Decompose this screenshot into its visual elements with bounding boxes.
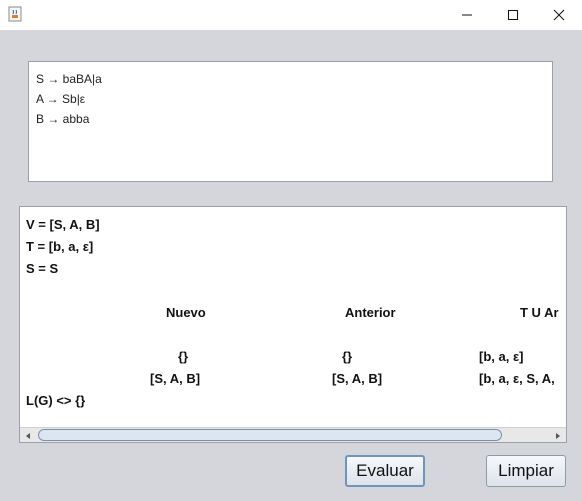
horizontal-scrollbar[interactable] <box>20 427 566 442</box>
minimize-button[interactable] <box>444 0 490 30</box>
row-anterior-cell: [S, A, B] <box>332 371 383 386</box>
arrow-left-icon <box>26 432 30 439</box>
row-anterior-cell: {} <box>342 349 353 364</box>
header-anterior: Anterior <box>345 305 396 320</box>
terminals-line: T = [b, a, ε] <box>26 239 94 254</box>
java-cup-icon <box>7 6 23 22</box>
close-button[interactable] <box>536 0 582 30</box>
minimize-icon <box>462 14 472 16</box>
language-conclusion: L(G) <> {} <box>26 393 86 408</box>
grammar-line: S → baBA|a <box>36 72 102 86</box>
scroll-left-arrow[interactable] <box>20 428 36 442</box>
maximize-icon <box>508 10 518 20</box>
grammar-line: B → abba <box>36 112 90 126</box>
result-output-area[interactable]: V = [S, A, B] T = [b, a, ε] S = S Nuevo … <box>19 206 567 443</box>
close-icon <box>553 9 565 21</box>
grammar-input-area[interactable]: S → baBA|a A → Sb|ε B → abba <box>28 61 553 182</box>
scroll-right-arrow[interactable] <box>550 428 566 442</box>
row-tua-cell: [b, a, ε, S, A, <box>479 371 555 386</box>
maximize-button[interactable] <box>490 0 536 30</box>
arrow-right-icon <box>556 432 560 439</box>
grammar-line: A → Sb|ε <box>36 92 86 106</box>
scrollbar-thumb[interactable] <box>38 429 502 441</box>
evaluate-button[interactable]: Evaluar <box>345 455 425 487</box>
row-tua-cell: [b, a, ε] <box>479 349 524 364</box>
row-nuevo-cell: {} <box>178 349 189 364</box>
row-nuevo-cell: [S, A, B] <box>150 371 201 386</box>
title-bar <box>0 0 582 30</box>
variables-line: V = [S, A, B] <box>26 217 100 232</box>
header-tua: T U Ar <box>520 305 559 320</box>
start-symbol-line: S = S <box>26 261 59 276</box>
header-nuevo: Nuevo <box>166 305 206 320</box>
clear-button[interactable]: Limpiar <box>486 455 566 487</box>
